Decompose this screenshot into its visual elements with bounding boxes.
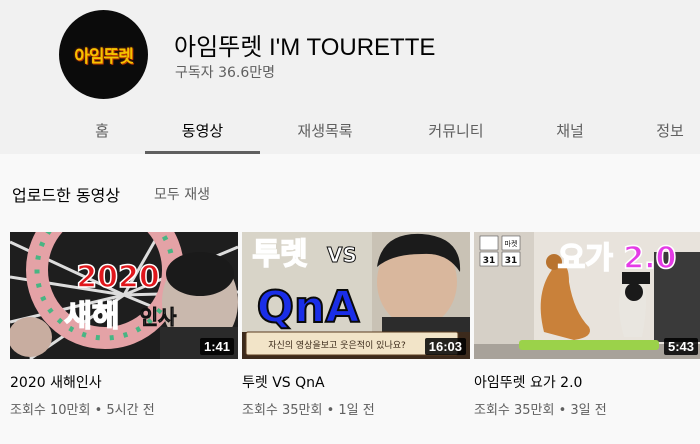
video-card[interactable]: 2020 새해 인사 1:41 2020 새해인사 조회수 10만회 • 5시간… [10, 232, 238, 418]
thumb-number: 31 [505, 256, 518, 266]
channel-tabs: 홈 동영상 재생목록 커뮤니티 채널 정보 [0, 106, 700, 154]
tab-playlists[interactable]: 재생목록 [280, 106, 370, 154]
avatar-logo-text: 아임뚜렛 [74, 47, 134, 67]
channel-avatar[interactable]: 아임뚜렛 [59, 10, 148, 99]
tab-community[interactable]: 커뮤니티 [408, 106, 504, 154]
video-title[interactable]: 2020 새해인사 [10, 372, 102, 392]
video-meta: 조회수 10만회 • 5시간 전 [10, 403, 155, 418]
thumb-text: 새해 [64, 299, 119, 334]
tab-home[interactable]: 홈 [72, 106, 132, 154]
video-thumbnail[interactable]: 마켓 31 31 요가 2.0 5:43 [474, 232, 700, 359]
channel-name: 아임뚜렛 I'M TOURETTE [174, 34, 436, 61]
thumb-text: QnA [257, 282, 360, 333]
video-meta: 조회수 35만회 • 1일 전 [242, 403, 375, 418]
video-meta: 조회수 35만회 • 3일 전 [474, 403, 607, 418]
video-title[interactable]: 투렛 VS QnA [242, 372, 325, 392]
video-duration: 5:43 [663, 338, 698, 355]
thumb-badge: 마켓 [505, 239, 518, 248]
thumb-caption: 자신의 영상을보고 웃은적이 있나요? [268, 339, 406, 351]
tab-about[interactable]: 정보 [640, 106, 700, 154]
video-card[interactable]: 마켓 31 31 요가 2.0 5:43 아임뚜렛 요가 2.0 조회수 35만… [474, 232, 700, 418]
thumb-text: 2020 [76, 260, 160, 295]
section-title: 업로드한 동영상 [12, 186, 121, 205]
tab-channels[interactable]: 채널 [540, 106, 600, 154]
thumb-text: 투렛 [252, 237, 307, 272]
channel-header: 아임뚜렛 아임뚜렛 I'M TOURETTE 구독자 36.6만명 홈 동영상 … [0, 0, 700, 154]
video-duration: 16:03 [424, 338, 466, 355]
thumb-text: 인사 [140, 305, 177, 329]
video-card[interactable]: 자신의 영상을보고 웃은적이 있나요? 투렛 VS QnA 16:03 투렛 V… [242, 232, 470, 418]
video-duration: 1:41 [199, 338, 234, 355]
video-title[interactable]: 아임뚜렛 요가 2.0 [474, 372, 582, 392]
thumb-text: 요가 2.0 [558, 241, 677, 276]
play-all-button[interactable]: 모두 재생 [154, 184, 210, 204]
video-thumbnail[interactable]: 자신의 영상을보고 웃은적이 있나요? 투렛 VS QnA 16:03 [242, 232, 470, 359]
thumb-number: 31 [483, 256, 496, 266]
subscriber-count: 구독자 36.6만명 [175, 65, 276, 81]
tab-videos[interactable]: 동영상 [145, 106, 260, 154]
video-thumbnail[interactable]: 2020 새해 인사 1:41 [10, 232, 238, 359]
thumb-text: VS [327, 243, 357, 267]
